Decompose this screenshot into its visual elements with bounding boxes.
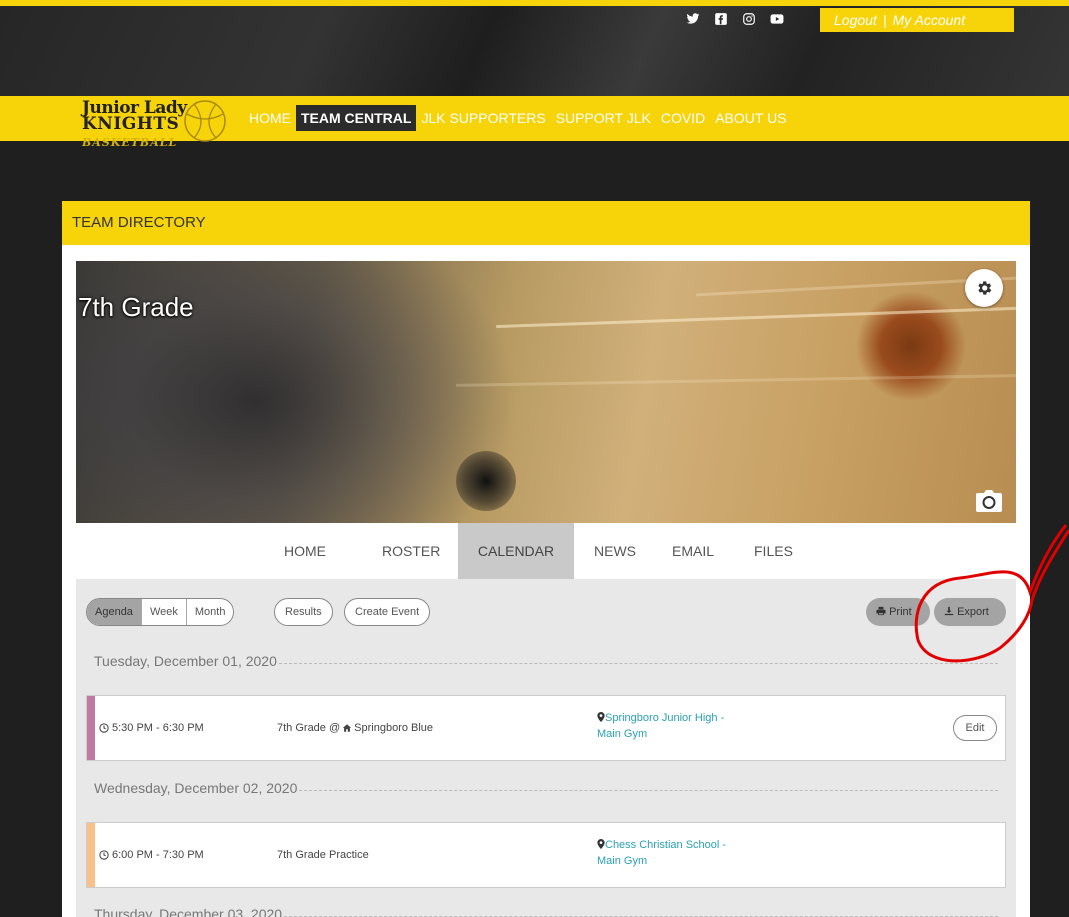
facebook-icon[interactable] (714, 12, 728, 26)
team-settings-button[interactable] (965, 269, 1003, 307)
team-directory-header: TEAM DIRECTORY (62, 201, 1030, 245)
day-date: Thursday, December 03, 2020 (94, 906, 283, 917)
clock-icon (99, 850, 109, 860)
logout-link[interactable]: Logout (834, 12, 877, 28)
instagram-icon[interactable] (742, 12, 756, 26)
nav-covid[interactable]: COVID (656, 105, 710, 131)
home-icon (342, 724, 352, 732)
tab-files[interactable]: FILES (738, 523, 809, 579)
event-time: 5:30 PM - 6:30 PM (99, 722, 204, 734)
tab-roster[interactable]: ROSTER (366, 523, 456, 579)
event-title-prefix: 7th Grade @ (277, 722, 341, 734)
event-location-link[interactable]: Chess Christian School - Main Gym (597, 837, 777, 869)
clock-icon (99, 723, 109, 733)
nav-support-jlk[interactable]: SUPPORT JLK (551, 105, 656, 131)
agenda-day-heading: Tuesday, December 01, 2020 (94, 653, 998, 669)
export-button[interactable]: Export (934, 598, 1006, 626)
print-button[interactable]: Print (866, 598, 930, 626)
social-links (686, 12, 784, 26)
logo-line-3: BASKETBALL (82, 136, 178, 149)
location-line-2: Main Gym (597, 728, 648, 740)
view-week-button[interactable]: Week (142, 599, 187, 625)
edit-event-button[interactable]: Edit (953, 715, 997, 741)
export-label: Export (957, 606, 989, 618)
nav-about-us[interactable]: ABOUT US (710, 105, 791, 131)
calendar-event[interactable]: 5:30 PM - 6:30 PM 7th Grade @ Springboro… (86, 695, 1006, 761)
gear-icon (978, 281, 992, 295)
nav-team-central[interactable]: TEAM CENTRAL (296, 105, 417, 131)
day-date: Wednesday, December 02, 2020 (94, 780, 298, 796)
team-tabs: HOME ROSTER CALENDAR NEWS EMAIL FILES (76, 523, 1016, 579)
camera-icon[interactable] (976, 490, 1002, 512)
map-pin-icon (597, 839, 605, 849)
calendar-view-toggle: Agenda Week Month (86, 598, 235, 626)
account-separator: | (882, 12, 887, 28)
results-button[interactable]: Results (274, 598, 333, 626)
tab-email[interactable]: EMAIL (656, 523, 730, 579)
map-pin-icon (597, 712, 605, 722)
view-agenda-button[interactable]: Agenda (87, 599, 142, 625)
download-icon (944, 606, 954, 616)
day-date: Tuesday, December 01, 2020 (94, 653, 277, 669)
location-line-1: Springboro Junior High - (605, 712, 725, 724)
agenda-day-heading: Wednesday, December 02, 2020 (94, 780, 998, 796)
team-banner-image (76, 261, 1016, 523)
event-time-text: 5:30 PM - 6:30 PM (112, 722, 204, 734)
site-logo[interactable]: Junior Lady KNIGHTS BASKETBALL (82, 98, 232, 156)
basketball-logo-icon (184, 100, 226, 142)
event-title[interactable]: 7th Grade @ Springboro Blue (277, 722, 433, 734)
event-location-link[interactable]: Springboro Junior High - Main Gym (597, 710, 777, 742)
logo-line-2: KNIGHTS (82, 114, 180, 134)
event-color-bar (87, 823, 95, 887)
event-opponent: Springboro Blue (354, 722, 434, 734)
nav-home[interactable]: HOME (244, 105, 296, 131)
event-color-bar (87, 696, 95, 760)
event-title-text: 7th Grade Practice (277, 849, 369, 861)
agenda-day-heading: Thursday, December 03, 2020 (94, 906, 998, 917)
event-time-text: 6:00 PM - 7:30 PM (112, 849, 204, 861)
main-nav: HOME TEAM CENTRAL JLK SUPPORTERS SUPPORT… (244, 105, 792, 131)
tab-news[interactable]: NEWS (578, 523, 652, 579)
tab-home[interactable]: HOME (268, 523, 342, 579)
team-name: 7th Grade (78, 292, 194, 322)
account-bar: Logout | My Account (820, 8, 1014, 32)
create-event-button[interactable]: Create Event (344, 598, 431, 626)
location-line-2: Main Gym (597, 855, 648, 867)
event-title[interactable]: 7th Grade Practice (277, 849, 369, 861)
location-line-1: Chess Christian School - (605, 839, 727, 851)
printer-icon (876, 606, 886, 616)
tab-calendar[interactable]: CALENDAR (458, 523, 574, 579)
view-month-button[interactable]: Month (187, 599, 234, 625)
twitter-icon[interactable] (686, 12, 700, 26)
event-time: 6:00 PM - 7:30 PM (99, 849, 204, 861)
nav-jlk-supporters[interactable]: JLK SUPPORTERS (416, 105, 550, 131)
youtube-icon[interactable] (770, 12, 784, 26)
print-label: Print (889, 606, 912, 618)
my-account-link[interactable]: My Account (892, 12, 965, 28)
calendar-event[interactable]: 6:00 PM - 7:30 PM 7th Grade Practice Che… (86, 822, 1006, 888)
